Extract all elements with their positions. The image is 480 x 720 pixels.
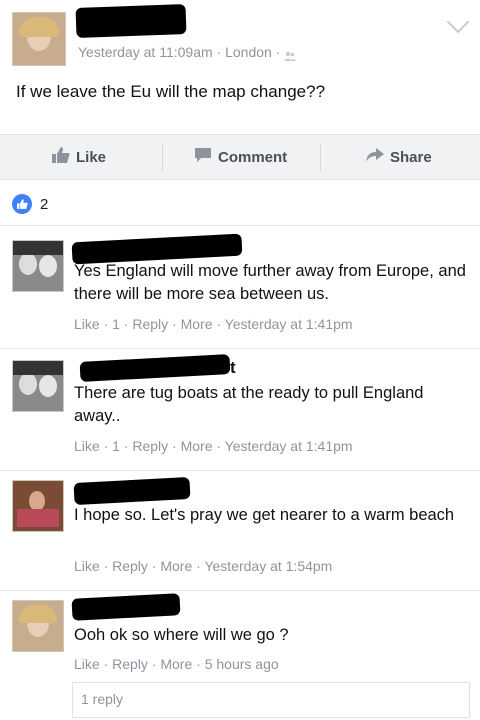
share-arrow-icon xyxy=(366,148,384,166)
comment-label: Comment xyxy=(218,148,288,166)
view-replies-button[interactable]: 1 reply xyxy=(72,682,470,718)
action-bar: Like Comment Share xyxy=(0,134,480,180)
share-button[interactable]: Share xyxy=(366,135,432,179)
divider xyxy=(0,590,480,591)
comment-item: Ooh ok so where will we go ? Like · Repl… xyxy=(0,592,480,682)
commenter-avatar[interactable] xyxy=(12,600,64,652)
comment-button[interactable]: Comment xyxy=(194,135,287,179)
post-meta: Yesterday at 11:09am · London · xyxy=(78,44,297,62)
commenter-avatar[interactable] xyxy=(12,480,64,532)
meta-separator: · xyxy=(216,44,226,60)
comment-meta[interactable]: Like · Reply · More · 5 hours ago xyxy=(74,656,279,672)
commenter-avatar[interactable] xyxy=(12,240,64,292)
action-divider xyxy=(162,143,163,171)
divider xyxy=(0,348,480,349)
divider xyxy=(0,225,480,226)
commenter-name-redaction xyxy=(73,476,191,506)
replies-label: 1 reply xyxy=(81,691,124,707)
comment-meta[interactable]: Like · 1 · Reply · More · Yesterday at 1… xyxy=(74,438,353,454)
audience-icon xyxy=(284,48,297,62)
thumbs-up-icon xyxy=(52,147,70,167)
comment-icon xyxy=(194,147,212,167)
commenter-name-redaction xyxy=(79,354,231,382)
like-reaction-icon xyxy=(12,194,32,214)
post-location[interactable]: London xyxy=(225,44,272,60)
chevron-down-icon[interactable] xyxy=(446,10,470,34)
commenter-avatar[interactable] xyxy=(12,360,64,412)
post-timestamp[interactable]: Yesterday at 11:09am xyxy=(78,44,213,60)
divider xyxy=(0,470,480,471)
commenter-name-fragment: t xyxy=(230,358,236,377)
post-text: If we leave the Eu will the map change?? xyxy=(16,82,326,101)
like-button[interactable]: Like xyxy=(52,135,106,179)
comment-item: t There are tug boats at the ready to pu… xyxy=(0,350,480,468)
poster-avatar[interactable] xyxy=(12,12,66,66)
comment-text: Ooh ok so where will we go ? xyxy=(74,626,289,644)
like-label: Like xyxy=(76,148,107,166)
commenter-name-redaction xyxy=(71,593,181,621)
comment-text: There are tug boats at the ready to pull… xyxy=(74,384,424,425)
comment-item: Yes England will move further away from … xyxy=(0,230,480,348)
reaction-summary[interactable]: 2 xyxy=(12,194,48,214)
reaction-count: 2 xyxy=(40,195,49,213)
poster-name-redaction xyxy=(75,4,187,38)
action-divider xyxy=(320,143,321,171)
comment-text: Yes England will move further away from … xyxy=(74,262,466,303)
meta-separator: · xyxy=(275,44,285,60)
post-header: Yesterday at 11:09am · London · xyxy=(0,0,480,70)
comment-meta[interactable]: Like · 1 · Reply · More · Yesterday at 1… xyxy=(74,316,353,332)
share-label: Share xyxy=(390,148,432,166)
comment-text: I hope so. Let's pray we get nearer to a… xyxy=(74,506,455,524)
comment-meta[interactable]: Like · Reply · More · Yesterday at 1:54p… xyxy=(74,558,332,574)
comment-item: I hope so. Let's pray we get nearer to a… xyxy=(0,472,480,590)
